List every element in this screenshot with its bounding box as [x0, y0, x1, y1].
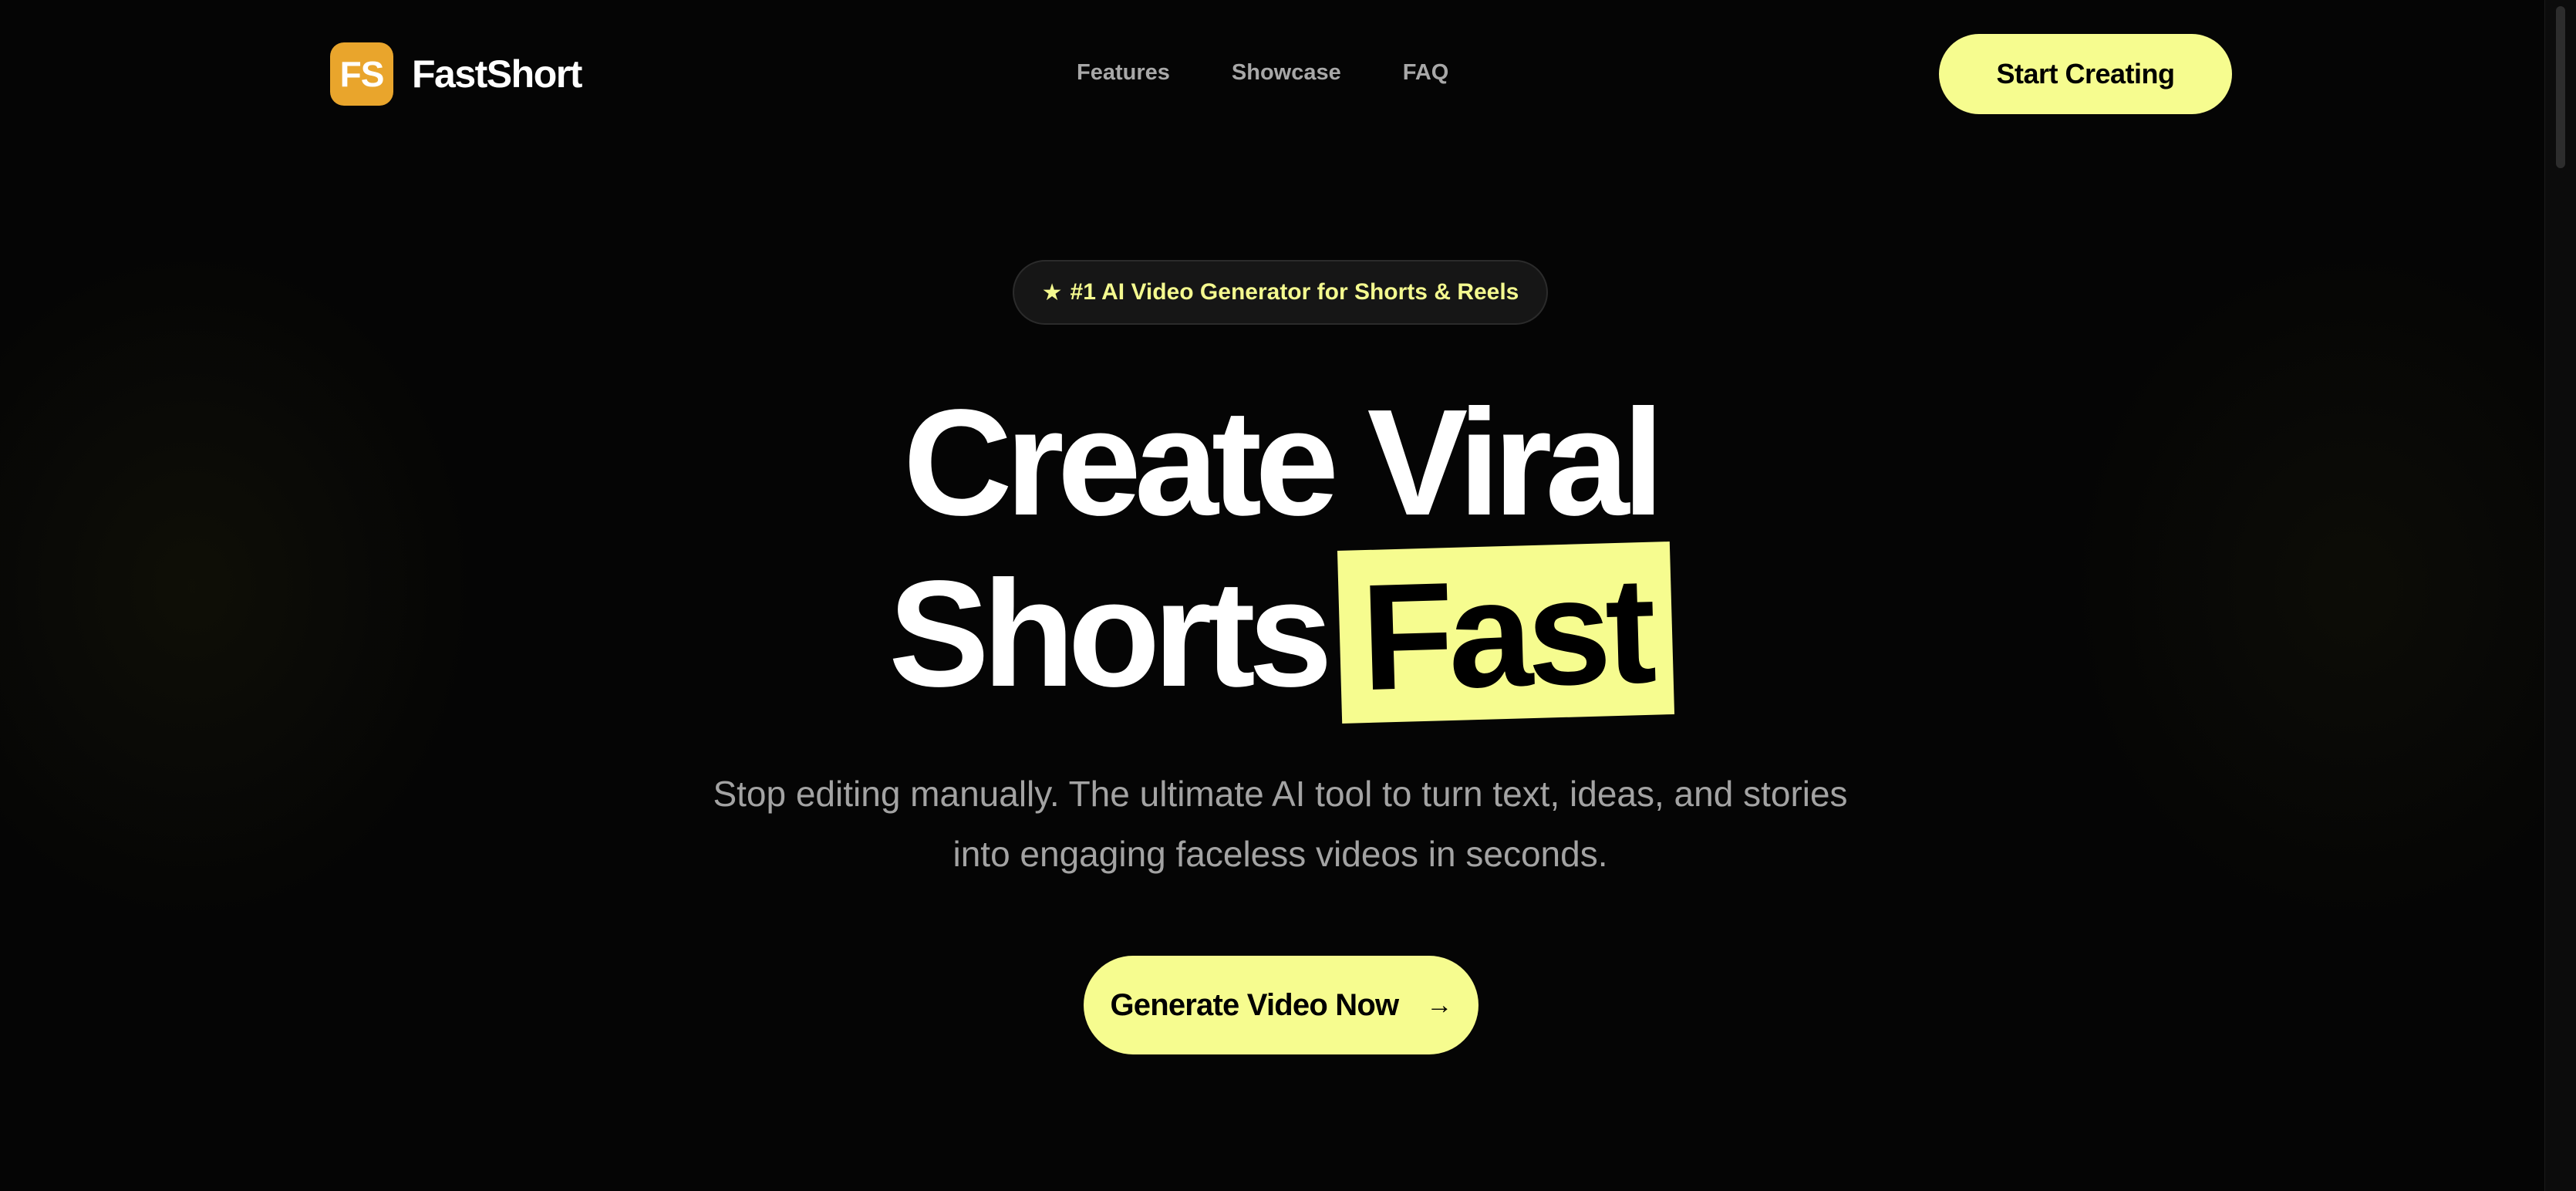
headline-highlight: Fast	[1337, 542, 1674, 724]
nav-links: Features Showcase FAQ	[1077, 60, 1448, 86]
start-creating-button[interactable]: Start Creating	[1939, 34, 2232, 114]
nav-link-features[interactable]: Features	[1077, 60, 1170, 86]
generate-video-button[interactable]: Generate Video Now →	[1084, 956, 1479, 1054]
page: FS FastShort Features Showcase FAQ Start…	[0, 0, 2576, 1191]
brand-name: FastShort	[412, 52, 582, 96]
hero-subtitle-line-2: into engaging faceless videos in seconds…	[953, 834, 1608, 874]
hero-subtitle: Stop editing manually. The ultimate AI t…	[0, 764, 2561, 884]
vertical-scrollbar[interactable]	[2544, 0, 2576, 1191]
generate-video-label: Generate Video Now	[1110, 987, 1399, 1022]
hero-subtitle-line-1: Stop editing manually. The ultimate AI t…	[713, 774, 1848, 814]
logo-mark-icon: FS	[330, 42, 393, 106]
hero-badge: ★ #1 AI Video Generator for Shorts & Ree…	[1013, 260, 1548, 325]
nav-link-faq[interactable]: FAQ	[1403, 60, 1449, 86]
top-nav: FS FastShort Features Showcase FAQ Start…	[0, 0, 2545, 148]
nav-link-showcase[interactable]: Showcase	[1232, 60, 1341, 86]
star-icon: ★	[1041, 279, 1063, 305]
scrollbar-thumb[interactable]	[2556, 6, 2565, 168]
headline-plain: Shorts	[888, 549, 1333, 718]
hero-badge-text: #1 AI Video Generator for Shorts & Reels	[1070, 279, 1519, 305]
headline-line-1: Create Viral	[903, 378, 1664, 547]
logo[interactable]: FS FastShort	[330, 42, 582, 106]
arrow-right-icon: →	[1426, 990, 1452, 1020]
headline-line-2: Shorts Fast	[0, 542, 2561, 724]
